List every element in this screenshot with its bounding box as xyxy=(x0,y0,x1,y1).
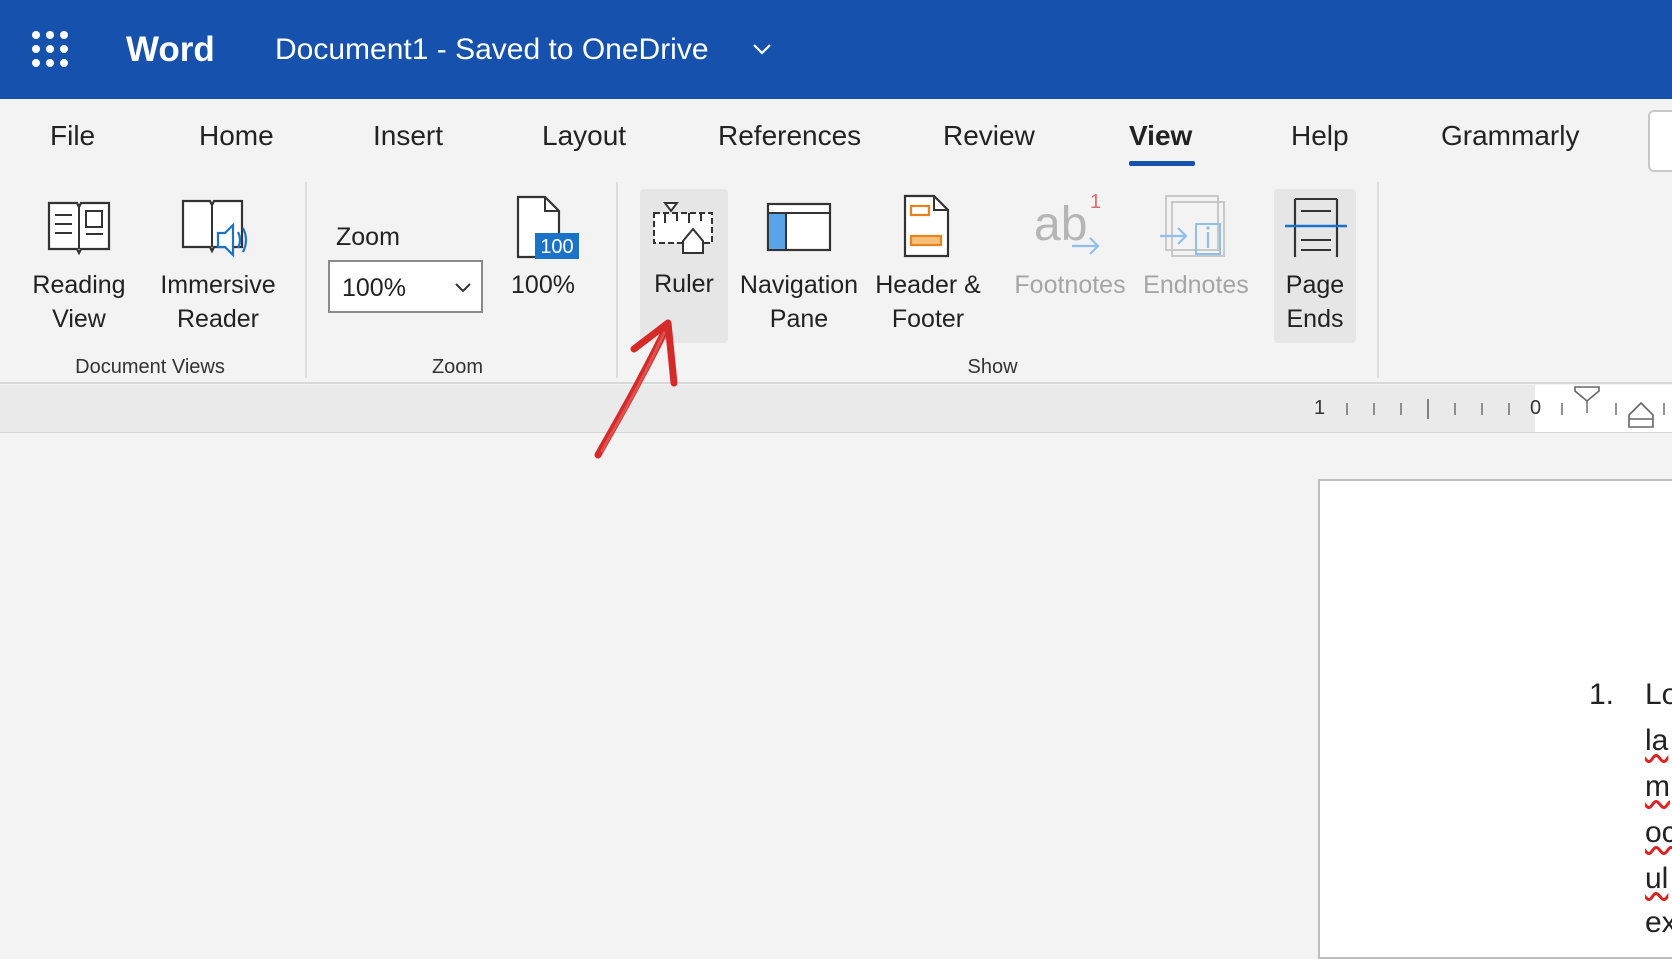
ruler-ticks xyxy=(1346,399,1665,419)
group-label-show: Show xyxy=(967,356,1018,378)
text-fragment: la xyxy=(1645,724,1669,757)
zoom-dropdown-value: 100% xyxy=(342,274,406,302)
endnotes-button: Endnotes xyxy=(1136,268,1256,302)
immersive-reader-button[interactable]: Immersive Reader xyxy=(152,268,284,336)
zoom-100-icon: 100 xyxy=(516,195,579,259)
ruler-number: 1 xyxy=(1314,397,1326,419)
page-ends-icon xyxy=(1285,198,1347,257)
ribbon-tabs: File Home Insert Layout References Revie… xyxy=(0,99,1672,179)
footnotes-button: Footnotes xyxy=(1010,268,1130,302)
text-fragment: ul xyxy=(1645,862,1669,895)
tab-file[interactable]: File xyxy=(50,120,95,152)
svg-text:ab: ab xyxy=(1034,198,1087,251)
endnotes-label: Endnotes xyxy=(1143,271,1249,299)
zoom-100-icon-text: 100 xyxy=(540,236,573,258)
header-footer-button[interactable]: Header & Footer xyxy=(868,268,988,336)
text-fragment: m xyxy=(1645,770,1670,803)
list-number: 1. xyxy=(1589,678,1615,711)
first-line-indent-marker[interactable] xyxy=(1572,385,1602,415)
annotation-arrow xyxy=(594,319,678,459)
tab-review[interactable]: Review xyxy=(943,120,1035,152)
tab-insert[interactable]: Insert xyxy=(373,120,443,152)
chevron-down-icon[interactable] xyxy=(752,42,772,56)
app-name[interactable]: Word xyxy=(126,30,215,70)
immersive-reader-label: Immersive Reader xyxy=(160,271,276,333)
navigation-pane-label: Navigation Pane xyxy=(739,271,859,333)
text-fragment: Lo xyxy=(1645,678,1672,711)
ribbon-separator xyxy=(1377,182,1379,378)
hanging-indent-marker[interactable] xyxy=(1626,401,1656,431)
text-fragment: ex xyxy=(1645,906,1672,939)
header-footer-icon xyxy=(903,194,950,258)
footnotes-icon: ab 1 xyxy=(1034,191,1101,255)
active-tab-indicator xyxy=(1129,161,1195,166)
ruler-icon xyxy=(653,202,713,254)
endnotes-icon xyxy=(1160,195,1225,257)
tab-references[interactable]: References xyxy=(718,120,861,152)
reading-view-icon xyxy=(47,201,111,255)
navigation-pane-icon xyxy=(766,202,832,252)
tab-grammarly[interactable]: Grammarly xyxy=(1441,120,1579,152)
zoom-dropdown[interactable]: 100% xyxy=(328,260,483,313)
reading-view-button[interactable]: Reading View xyxy=(24,268,134,336)
group-label-document-views: Document Views xyxy=(75,356,225,378)
tab-layout[interactable]: Layout xyxy=(542,120,626,152)
reading-view-label: Reading View xyxy=(32,271,126,333)
title-bar: Word Document1 - Saved to OneDrive xyxy=(0,0,1672,99)
ruler-bar[interactable]: 1 0 xyxy=(0,385,1672,433)
text-fragment: oc xyxy=(1645,816,1672,849)
zoom-label: Zoom xyxy=(336,223,400,251)
document-page[interactable] xyxy=(1318,479,1672,959)
tab-home[interactable]: Home xyxy=(199,120,274,152)
page-ends-button[interactable]: Page Ends xyxy=(1274,189,1356,343)
navigation-pane-button[interactable]: Navigation Pane xyxy=(735,268,863,336)
ribbon-separator xyxy=(305,182,307,378)
zoom-100-label: 100% xyxy=(511,271,575,299)
ruler-label: Ruler xyxy=(654,270,714,298)
app-launcher-icon[interactable] xyxy=(32,31,68,67)
group-label-zoom: Zoom xyxy=(431,356,484,378)
page-ends-label: Page Ends xyxy=(1285,271,1345,333)
zoom-100-button[interactable]: 100% xyxy=(500,268,586,302)
header-footer-label: Header & Footer xyxy=(875,271,981,333)
ribbon-edge-button[interactable] xyxy=(1648,110,1672,172)
immersive-reader-icon xyxy=(181,199,248,258)
footnotes-superscript: 1 xyxy=(1090,191,1101,213)
document-title[interactable]: Document1 - Saved to OneDrive xyxy=(275,33,709,67)
tab-help[interactable]: Help xyxy=(1291,120,1349,152)
tab-view[interactable]: View xyxy=(1129,120,1192,152)
chevron-down-icon xyxy=(455,283,471,293)
footnotes-label: Footnotes xyxy=(1014,271,1126,299)
ribbon-bottom-border xyxy=(0,382,1672,384)
